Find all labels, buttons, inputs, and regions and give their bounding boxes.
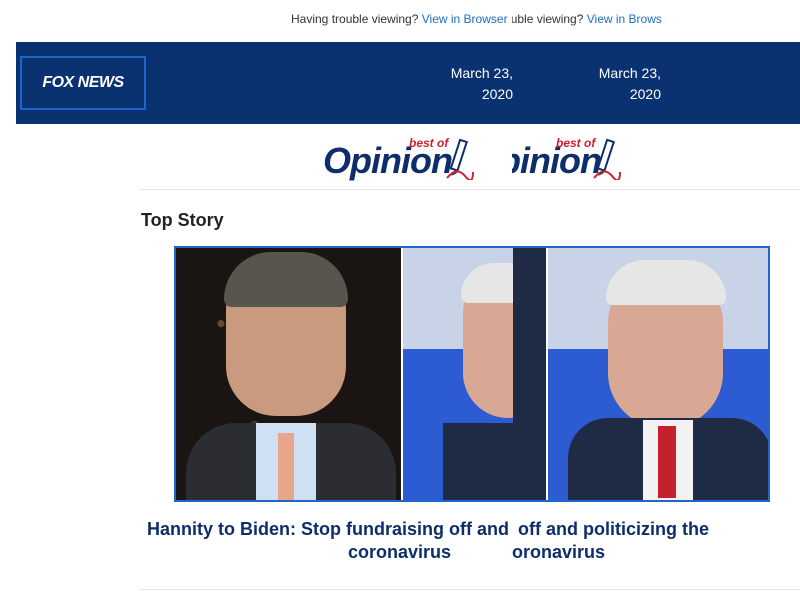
date: March 23, 2020 <box>433 63 513 105</box>
date-line2: 2020 <box>481 86 513 102</box>
divider-top <box>140 189 800 190</box>
photo-right <box>548 248 768 500</box>
hair-shape-middle <box>461 263 513 303</box>
view-in-browser-link-duplicate[interactable]: View in Browser <box>587 12 662 26</box>
preheader-text-duplicate: Having trouble viewing? <box>512 12 584 26</box>
hair-shape-right <box>606 260 726 305</box>
best-of-opinion-logo: Opinion best of <box>323 130 513 185</box>
story-headline-line1: Hannity to Biden: Stop fundraising off a… <box>147 519 512 539</box>
image-seam <box>513 248 546 500</box>
top-story-image[interactable] <box>174 246 770 502</box>
date-line1: March 23, <box>450 65 513 81</box>
story-headline-duplicate[interactable]: Hannity to Biden: Stop fundraising off a… <box>512 518 800 564</box>
story-headline-line2-duplicate: coronavirus <box>512 542 606 562</box>
pen-icon <box>593 138 621 180</box>
story-headline[interactable]: Hannity to Biden: Stop fundraising off a… <box>132 518 512 564</box>
preheader-text: Having trouble viewing? <box>291 12 419 26</box>
date-line1-duplicate: March 23, <box>598 65 661 81</box>
preheader: Having trouble viewing? View in Browser <box>291 12 508 26</box>
pen-icon <box>446 138 474 180</box>
divider-bottom <box>140 589 800 590</box>
logo-text: FOX NEWS <box>42 74 124 91</box>
best-of-label: best of <box>409 136 449 150</box>
hair-shape <box>224 252 348 307</box>
section-title: Top Story <box>141 210 224 230</box>
header-bar: FOX NEWS March 23, 2020 March 23, 2020 <box>16 42 800 124</box>
photo-left <box>176 248 401 500</box>
date-line2-duplicate: 2020 <box>629 86 661 102</box>
fox-news-logo[interactable]: FOX NEWS <box>20 56 146 110</box>
suit-shape-middle <box>443 423 513 500</box>
date-duplicate: March 23, 2020 <box>581 63 661 105</box>
story-headline-line2: coronavirus <box>348 542 452 562</box>
tie-shape <box>278 433 294 500</box>
photo-middle <box>403 248 513 500</box>
view-in-browser-link[interactable]: View in Browser <box>422 12 508 26</box>
tie-shape-right <box>658 426 676 498</box>
preheader-duplicate: Having trouble viewing? View in Browser <box>512 12 662 26</box>
story-headline-line1-duplicate: Hannity to Biden: Stop fundraising off a… <box>512 519 709 539</box>
best-of-label-duplicate: best of <box>556 136 596 150</box>
best-of-opinion-logo-duplicate: Opinion best of <box>512 130 632 185</box>
